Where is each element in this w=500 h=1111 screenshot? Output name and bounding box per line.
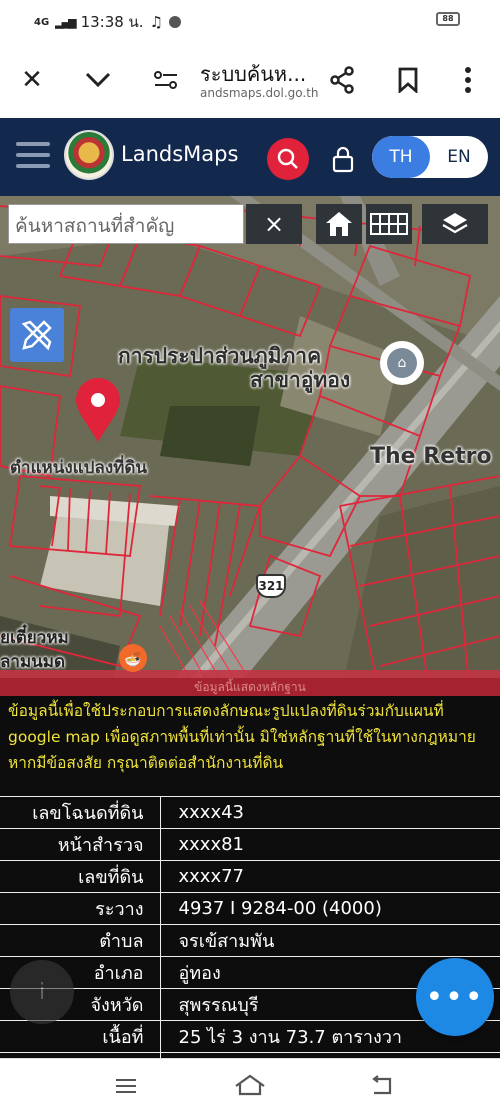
signal-icon: ▂▄▆ <box>55 15 76 29</box>
map-label-place-line2: สาขาอู่ทอง <box>250 368 351 392</box>
back-icon[interactable] <box>362 1071 402 1101</box>
building-icon[interactable]: ⌂ <box>380 341 424 385</box>
svg-text:🍜: 🍜 <box>124 651 141 668</box>
browser-toolbar: ✕ ระบบค้นห... andsmaps.dol.go.th <box>0 40 500 118</box>
search-button[interactable] <box>267 138 309 180</box>
menu-icon[interactable] <box>16 142 50 170</box>
info-icon[interactable]: i <box>10 960 74 1024</box>
lang-en-option[interactable]: EN <box>430 136 488 178</box>
clear-search-button[interactable]: × <box>246 204 302 244</box>
home-nav-icon[interactable] <box>230 1071 270 1101</box>
property-value: xxxx81 <box>160 828 500 861</box>
property-row: เลขโฉนดที่ดิน xxxx43 <box>0 796 500 829</box>
status-left: 4G ▂▄▆ 13:38 น. ♫ <box>34 10 182 34</box>
property-row: เลขที่ดิน xxxx77 <box>0 860 500 893</box>
system-nav-bar <box>0 1058 500 1111</box>
property-value: 4937 I 9284-00 (4000) <box>160 892 500 925</box>
map-label-left-top: ยเตี๋ยวหม <box>0 628 69 648</box>
parcel-properties-table: เลขโฉนดที่ดิน xxxx43 หน้าสำรวจ xxxx81 เลขที่… <box>0 796 500 1085</box>
parcel-pin-icon[interactable] <box>74 376 122 448</box>
home-icon <box>326 212 352 236</box>
close-icon[interactable]: ✕ <box>12 60 52 100</box>
pencil-ruler-icon <box>21 320 52 351</box>
property-row: ระวาง 4937 I 9284-00 (4000) <box>0 892 500 925</box>
search-icon <box>277 148 298 169</box>
messenger-icon <box>169 16 182 28</box>
property-key: เลขที่ดิน <box>0 860 161 893</box>
network-indicator: 4G <box>34 16 50 28</box>
app-name: LandsMaps <box>121 142 239 166</box>
place-search-input[interactable]: ค้นหาสถานที่สำคัญ <box>8 204 244 244</box>
property-key: เนื้อที่ <box>0 1020 161 1053</box>
info-banner: ข้อมูลนี้แสดงหลักฐาน <box>0 678 500 696</box>
property-value: จรเข้สามพัน <box>160 924 500 957</box>
property-value: xxxx77 <box>160 860 500 893</box>
property-key: ระวาง <box>0 892 161 925</box>
status-bar: 4G ▂▄▆ 13:38 น. ♫ 88 <box>0 0 500 40</box>
music-note-icon: ♫ <box>149 13 164 31</box>
map-label-retro: The Retro <box>370 444 492 469</box>
layers-icon <box>442 213 468 234</box>
lang-th-option[interactable]: TH <box>372 136 430 178</box>
road-sign: 321 <box>256 574 286 598</box>
property-row: เนื้อที่ 25 ไร่ 3 งาน 73.7 ตารางวา <box>0 1020 500 1053</box>
road-number: 321 <box>258 579 284 593</box>
property-row: หน้าสำรวจ xxxx81 <box>0 828 500 861</box>
department-logo <box>64 130 114 180</box>
lock-icon[interactable] <box>330 144 356 174</box>
recent-apps-icon[interactable] <box>106 1071 146 1101</box>
grid-icon <box>370 213 408 235</box>
language-toggle[interactable]: TH EN <box>372 136 488 178</box>
bookmark-icon[interactable] <box>388 60 428 100</box>
more-options-fab[interactable]: ••• <box>416 958 494 1036</box>
battery-icon: 88 <box>436 12 460 26</box>
share-icon[interactable] <box>322 60 362 100</box>
app-header: LandsMaps TH EN <box>0 118 500 196</box>
layers-button[interactable] <box>422 204 488 244</box>
map-view[interactable]: 🍜 ค้นหาสถานที่สำคัญ × การประปาส่วนภูมิภา… <box>0 196 500 696</box>
page-url[interactable]: andsmaps.dol.go.th <box>200 86 319 100</box>
property-key: เลขโฉนดที่ดิน <box>0 796 161 829</box>
chevron-down-icon[interactable] <box>78 60 118 100</box>
map-label-left-bottom: ลามนมด <box>0 652 66 672</box>
map-label-parcel-position: ตำแหน่งแปลงที่ดิน <box>10 458 148 478</box>
property-key: หน้าสำรวจ <box>0 828 161 861</box>
property-value: xxxx43 <box>160 796 500 829</box>
home-button[interactable] <box>316 204 362 244</box>
property-row: ตำบล จรเข้สามพัน <box>0 924 500 957</box>
battery-level: 88 <box>442 14 454 23</box>
clock: 13:38 น. <box>80 13 144 31</box>
property-key: ตำบล <box>0 924 161 957</box>
more-vert-icon[interactable] <box>448 60 488 100</box>
site-settings-icon[interactable] <box>146 60 186 100</box>
draw-tool-button[interactable] <box>10 308 64 362</box>
disclaimer-text: ข้อมูลนี้เพื่อใช้ประกอบการแสดงลักษณะรูปแ… <box>8 702 476 772</box>
grid-button[interactable] <box>366 204 412 244</box>
